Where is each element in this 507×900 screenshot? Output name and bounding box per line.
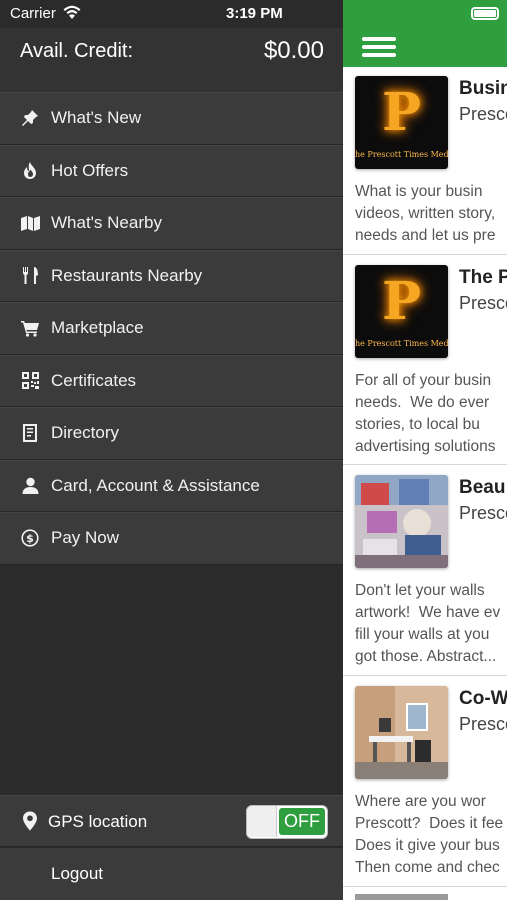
- credit-label: Avail. Credit:: [20, 40, 134, 62]
- listing-description: What is your busin videos, written story…: [355, 183, 496, 244]
- menu-item-marketplace[interactable]: Marketplace: [0, 302, 343, 355]
- menu-item-label: Restaurants Nearby: [51, 265, 203, 285]
- menu-item-card-account-assistance[interactable]: Card, Account & Assistance: [0, 459, 343, 512]
- utensils-icon: [20, 266, 40, 286]
- menu-item-label: Card, Account & Assistance: [51, 475, 260, 495]
- menu-item-whats-new[interactable]: What's New: [0, 92, 343, 145]
- pin-icon: [20, 108, 40, 128]
- menu-item-label: What's New: [51, 108, 142, 128]
- wifi-icon: [63, 5, 81, 19]
- toggle-state-label: OFF: [279, 808, 325, 835]
- location-pin-icon: [23, 811, 37, 831]
- listing-card[interactable]: P he Prescott Times Med Busin Presco Wha…: [343, 67, 507, 255]
- listing-card[interactable]: Co-W Presco Where are you wor Prescott? …: [343, 677, 507, 887]
- listing-title: Busin: [459, 78, 507, 99]
- clock: 3:19 PM: [226, 5, 283, 22]
- gps-toggle[interactable]: OFF: [246, 805, 328, 839]
- user-icon: [20, 476, 40, 496]
- listing-card[interactable]: P he Prescott Times Med The P Presco For…: [343, 256, 507, 465]
- menu-item-whats-nearby[interactable]: What's Nearby: [0, 197, 343, 250]
- fire-icon: [20, 161, 40, 181]
- cart-icon: [20, 318, 40, 338]
- battery-icon: [471, 7, 499, 20]
- menu-item-label: Hot Offers: [51, 160, 129, 180]
- credit-value: $0.00: [263, 37, 324, 64]
- listing-thumbnail: [355, 686, 448, 779]
- logout-label: Logout: [51, 864, 103, 883]
- drawer-menu: What's New Hot Offers What's Nearby Rest…: [0, 92, 343, 565]
- listing-thumbnail: [355, 475, 448, 568]
- listing-card-partial[interactable]: [343, 888, 507, 900]
- listing-location: Presco: [459, 503, 507, 523]
- menu-item-label: What's Nearby: [51, 213, 162, 233]
- listing-description: Where are you wor Prescott? Does it fee …: [355, 793, 504, 876]
- hamburger-menu-icon[interactable]: [362, 37, 396, 57]
- navigation-drawer: Carrier 3:19 PM Avail. Credit: $0.00 Wha…: [0, 0, 343, 900]
- gps-location-label: GPS location: [48, 812, 148, 831]
- address-book-icon: [20, 423, 40, 443]
- status-bar: Carrier 3:19 PM: [0, 0, 343, 28]
- artwork-image: [355, 475, 448, 568]
- listing-location: Presco: [459, 714, 507, 734]
- available-credit: Avail. Credit: $0.00: [0, 28, 343, 92]
- menu-item-hot-offers[interactable]: Hot Offers: [0, 144, 343, 197]
- menu-item-restaurants-nearby[interactable]: Restaurants Nearby: [0, 249, 343, 302]
- menu-item-label: Marketplace: [51, 318, 144, 338]
- listing-card[interactable]: Beau Presco Don't let your walls artwork…: [343, 466, 507, 676]
- menu-item-label: Directory: [51, 423, 120, 443]
- prescott-times-logo: P he Prescott Times Med: [355, 76, 448, 169]
- map-icon: [20, 213, 40, 233]
- listing-thumbnail: P he Prescott Times Med: [355, 76, 448, 169]
- toggle-knob: [247, 806, 277, 837]
- listing-thumbnail: [355, 894, 448, 900]
- app-header: [343, 0, 507, 67]
- svg-text:$: $: [26, 532, 34, 545]
- dollar-circle-icon: $: [20, 528, 40, 548]
- gps-location-row: GPS location OFF: [0, 795, 343, 847]
- menu-item-label: Pay Now: [51, 528, 120, 548]
- listing-thumbnail: P he Prescott Times Med: [355, 265, 448, 358]
- listing-description: For all of your busin needs. We do ever …: [355, 372, 496, 455]
- listing-location: Presco: [459, 104, 507, 124]
- menu-item-directory[interactable]: Directory: [0, 407, 343, 460]
- listing-description: Don't let your walls artwork! We have ev…: [355, 582, 501, 665]
- qr-code-icon: [20, 371, 40, 391]
- listing-location: Presco: [459, 293, 507, 313]
- carrier-label: Carrier: [10, 5, 56, 22]
- main-content: P he Prescott Times Med Busin Presco Wha…: [343, 0, 507, 900]
- menu-item-pay-now[interactable]: $ Pay Now: [0, 512, 343, 565]
- menu-item-label: Certificates: [51, 370, 137, 390]
- prescott-times-logo: P he Prescott Times Med: [355, 265, 448, 358]
- menu-item-certificates[interactable]: Certificates: [0, 354, 343, 407]
- listing-title: The P: [459, 267, 507, 288]
- listing-title: Beau: [459, 477, 506, 498]
- listing-title: Co-W: [459, 688, 507, 709]
- office-image: [355, 686, 448, 779]
- logout-button[interactable]: Logout: [0, 848, 343, 900]
